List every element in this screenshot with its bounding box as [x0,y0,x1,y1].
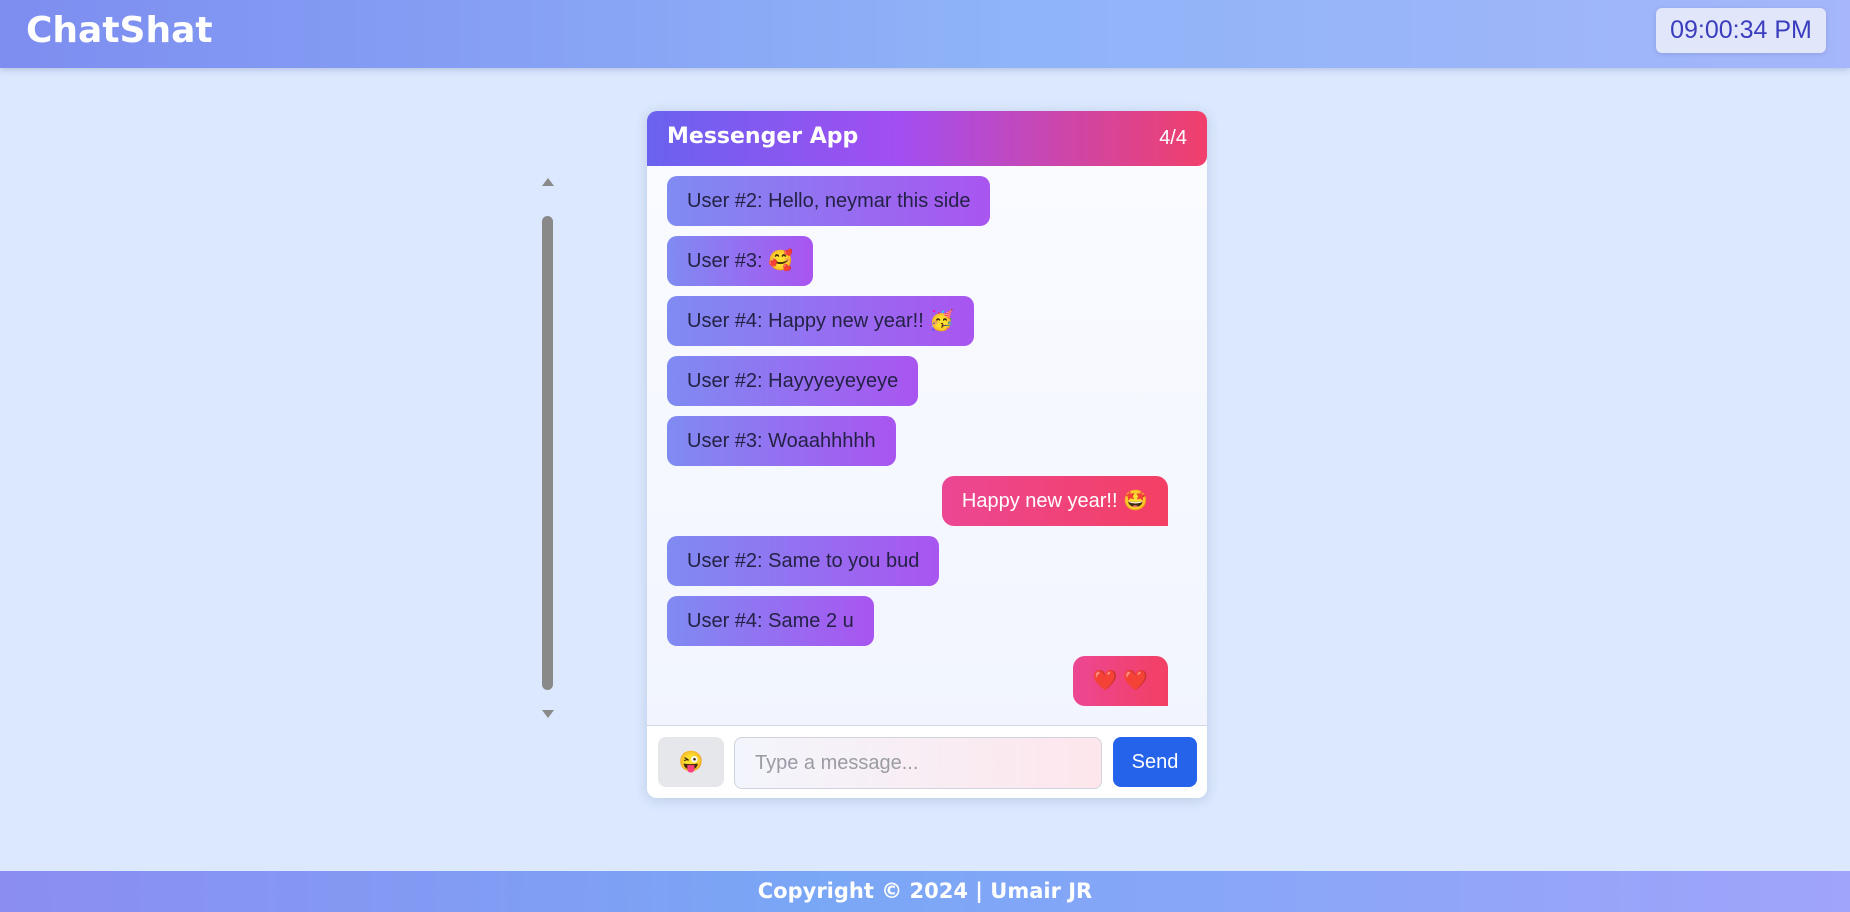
send-button[interactable]: Send [1113,737,1197,787]
chat-window: Messenger App 4/4 User #2: Hello, neymar… [647,111,1207,798]
message-scrollbar[interactable] [541,178,555,718]
brand-logo: ChatShat [26,10,213,51]
message-bubble-incoming: User #2: Hayyyeyeyeye [667,356,919,406]
online-count: 4/4 [1159,127,1187,149]
message-bubble-incoming: User #2: Same to you bud [667,536,940,586]
message-bubble-incoming: User #3: 🥰 [667,236,814,286]
scroll-thumb[interactable] [542,216,553,690]
message-bubble-incoming: User #3: Woaahhhhh [667,416,896,466]
message-bubble-incoming: User #4: Happy new year!! 🥳 [667,296,975,346]
clock-display: 09:00:34 PM [1656,8,1826,53]
message-bubble-incoming: User #2: Hello, neymar this side [667,176,991,226]
scroll-up-arrow-icon[interactable] [542,178,554,186]
scroll-down-arrow-icon[interactable] [542,710,554,718]
top-bar: ChatShat 09:00:34 PM [0,0,1850,68]
chat-title: Messenger App [667,124,859,149]
emoji-picker-button[interactable]: 😜 [658,737,724,787]
message-composer: 😜 Send [647,725,1207,798]
footer-copyright: Copyright © 2024 | Umair JR [0,871,1850,912]
message-bubble-outgoing: ❤️ ❤️ [1072,656,1168,706]
chat-header: Messenger App 4/4 [647,111,1207,166]
message-bubble-incoming: User #4: Same 2 u [667,596,874,646]
message-bubble-outgoing: Happy new year!! 🤩 [941,476,1168,526]
message-list[interactable]: User #2: Hello, neymar this side User #3… [647,166,1207,798]
message-input[interactable] [734,737,1102,789]
